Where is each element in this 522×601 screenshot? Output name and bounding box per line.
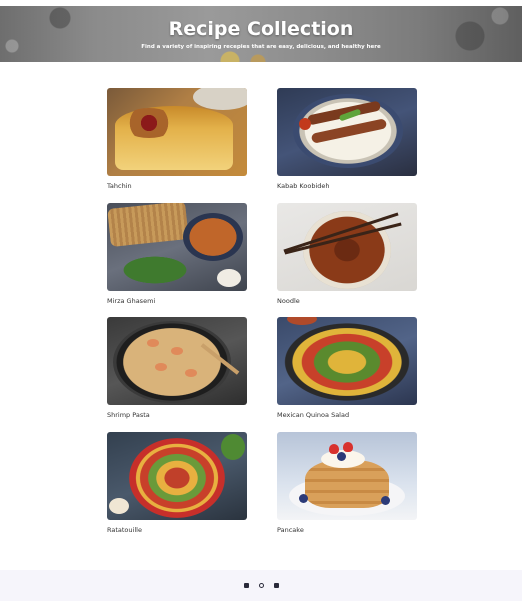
- page-title: Recipe Collection: [168, 18, 354, 40]
- recipe-card-kabab-koobideh[interactable]: Kabab Koobideh: [277, 88, 417, 203]
- recipe-title[interactable]: Tahchin: [107, 182, 247, 190]
- recipe-title[interactable]: Kabab Koobideh: [277, 182, 417, 190]
- recipe-image-shrimp-pasta[interactable]: [107, 317, 247, 405]
- recipe-card-mexican-quinoa-salad[interactable]: Mexican Quinoa Salad: [277, 317, 417, 432]
- recipe-title[interactable]: Ratatouille: [107, 526, 247, 534]
- linkedin-icon[interactable]: [273, 583, 279, 588]
- recipe-image-ratatouille[interactable]: [107, 431, 247, 520]
- recipe-grid: Tahchin Kabab Koobideh Mirza Ghasemi Noo…: [107, 88, 417, 546]
- page-subtitle: Find a variety of inspiring recepies tha…: [141, 44, 381, 50]
- page-footer: [0, 570, 522, 601]
- hero-banner: Recipe Collection Find a variety of insp…: [0, 6, 522, 62]
- recipe-card-pancake[interactable]: Pancake: [277, 431, 417, 547]
- recipe-title[interactable]: Mexican Quinoa Salad: [277, 411, 417, 419]
- instagram-icon[interactable]: [258, 583, 264, 588]
- recipe-title[interactable]: Noodle: [277, 297, 417, 305]
- recipe-image-kabab-koobideh[interactable]: [277, 88, 417, 176]
- recipe-card-shrimp-pasta[interactable]: Shrimp Pasta: [107, 317, 247, 432]
- recipe-image-tahchin[interactable]: [107, 88, 247, 176]
- recipe-image-noodle[interactable]: [277, 202, 417, 291]
- recipe-card-mirza-ghasemi[interactable]: Mirza Ghasemi: [107, 202, 247, 318]
- facebook-icon[interactable]: [243, 583, 249, 588]
- recipe-image-mexican-quinoa-salad[interactable]: [277, 317, 417, 405]
- recipe-image-pancake[interactable]: [277, 431, 417, 520]
- recipe-title[interactable]: Pancake: [277, 526, 417, 534]
- recipe-title[interactable]: Shrimp Pasta: [107, 411, 247, 419]
- recipe-title[interactable]: Mirza Ghasemi: [107, 297, 247, 305]
- recipe-image-mirza-ghasemi[interactable]: [107, 202, 247, 291]
- recipe-card-tahchin[interactable]: Tahchin: [107, 88, 247, 203]
- recipe-card-noodle[interactable]: Noodle: [277, 202, 417, 318]
- recipe-card-ratatouille[interactable]: Ratatouille: [107, 431, 247, 547]
